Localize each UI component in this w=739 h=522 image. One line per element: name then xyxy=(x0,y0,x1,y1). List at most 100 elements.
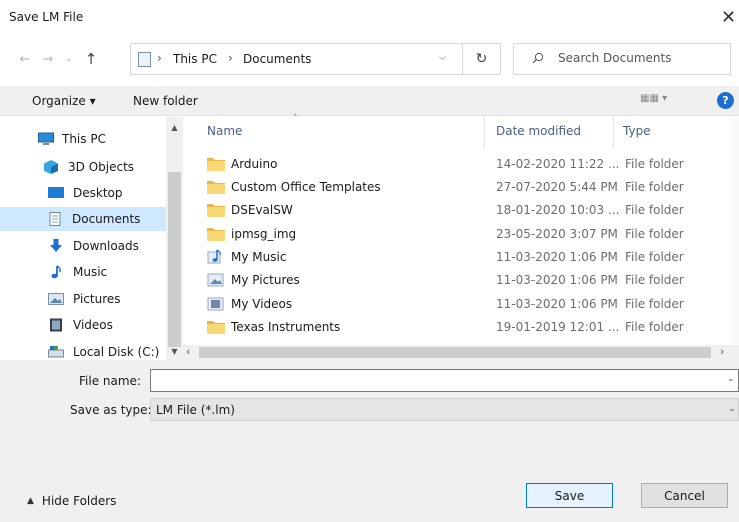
navigation-scrollbar-thumb[interactable] xyxy=(168,172,181,347)
breadcrumb-separator: › xyxy=(157,51,162,65)
sidebar-item-3d-objects[interactable]: 3D Objects xyxy=(43,155,181,179)
sidebar-item-documents[interactable]: Documents xyxy=(0,207,166,231)
file-date: 19-01-2019 12:01 ... xyxy=(496,320,620,334)
sidebar-item-label: Music xyxy=(73,265,108,279)
column-divider[interactable] xyxy=(613,117,614,147)
file-list: ˄ Name Date modified Type Arduino 14-02-… xyxy=(183,114,739,360)
documents-location-icon xyxy=(138,52,151,67)
file-row[interactable]: Texas Instruments 19-01-2019 12:01 ... F… xyxy=(207,316,727,339)
local-disk-icon xyxy=(48,346,64,358)
new-folder-button[interactable]: New folder xyxy=(133,94,198,108)
file-type: File folder xyxy=(625,157,684,171)
file-name-input[interactable] xyxy=(150,369,739,392)
help-icon[interactable]: ? xyxy=(717,92,734,109)
file-row[interactable]: Custom Office Templates 27-07-2020 5:44 … xyxy=(207,176,727,199)
refresh-icon[interactable]: ↻ xyxy=(463,43,501,75)
breadcrumb-separator: › xyxy=(228,51,233,65)
file-date: 11-03-2020 1:06 PM xyxy=(496,273,618,287)
chevron-up-icon: ▲ xyxy=(27,496,34,506)
this-pc-icon xyxy=(38,132,54,145)
file-date: 11-03-2020 1:06 PM xyxy=(496,297,618,311)
file-date: 11-03-2020 1:06 PM xyxy=(496,250,618,264)
command-bar: Organize ▾ New folder ▦▦ ▾ ? xyxy=(0,86,739,116)
scroll-down-arrow-icon[interactable]: ▼ xyxy=(166,344,183,358)
column-header-date-modified[interactable]: Date modified xyxy=(496,124,581,138)
save-button[interactable]: Save xyxy=(526,483,613,508)
back-arrow-icon[interactable]: ← xyxy=(15,48,35,70)
file-name: Arduino xyxy=(231,157,278,171)
file-type: File folder xyxy=(625,203,684,217)
cancel-button[interactable]: Cancel xyxy=(641,483,728,508)
folder-icon xyxy=(207,204,225,217)
file-list-horizontal-scrollbar[interactable]: ‹ › xyxy=(183,345,739,360)
file-list-vertical-scrollbar[interactable] xyxy=(732,117,739,344)
file-name: ipmsg_img xyxy=(231,227,297,241)
file-row[interactable]: My Music 11-03-2020 1:06 PM File folder xyxy=(207,246,727,269)
desktop-icon xyxy=(48,187,64,198)
title-bar: Save LM File ✕ xyxy=(0,0,739,34)
music-shortcut-icon xyxy=(207,249,221,264)
address-history-chevron-icon[interactable]: ⌵ xyxy=(439,53,446,63)
horizontal-scrollbar-thumb[interactable] xyxy=(199,347,711,358)
scroll-up-arrow-icon[interactable]: ▲ xyxy=(166,120,183,134)
folder-icon xyxy=(207,158,225,171)
pictures-shortcut-icon xyxy=(207,273,224,287)
file-row[interactable]: My Pictures 11-03-2020 1:06 PM File fold… xyxy=(207,269,727,292)
file-row[interactable]: DSEvalSW 18-01-2020 10:03 ... File folde… xyxy=(207,199,727,222)
save-as-type-label: Save as type: xyxy=(70,403,152,417)
file-type: File folder xyxy=(625,250,684,264)
file-date: 14-02-2020 11:22 ... xyxy=(496,157,620,171)
save-form-panel: File name: ⌄ Save as type: LM File (*.lm… xyxy=(0,360,739,522)
hide-folders-label: Hide Folders xyxy=(41,494,117,508)
address-bar[interactable]: › This PC › Documents ⌵ xyxy=(130,43,463,75)
pictures-icon xyxy=(48,293,64,305)
file-name-label: File name: xyxy=(79,374,141,388)
sidebar-item-label: 3D Objects xyxy=(68,160,135,174)
search-input[interactable] xyxy=(558,51,718,65)
search-box[interactable] xyxy=(513,43,731,75)
folder-icon xyxy=(207,228,225,241)
save-as-type-value: LM File (*.lm) xyxy=(156,403,235,417)
file-name: My Videos xyxy=(231,297,293,311)
file-name: Texas Instruments xyxy=(231,320,341,334)
organize-menu[interactable]: Organize ▾ xyxy=(32,94,96,108)
window-title: Save LM File xyxy=(9,10,84,24)
file-row[interactable]: ipmsg_img 23-05-2020 3:07 PM File folder xyxy=(207,223,727,246)
view-options-icon[interactable]: ▦▦ ▾ xyxy=(640,93,668,107)
file-date: 18-01-2020 10:03 ... xyxy=(496,203,620,217)
folder-icon xyxy=(207,181,225,194)
sidebar-item-label: Documents xyxy=(72,212,141,226)
breadcrumb-this-pc[interactable]: This PC xyxy=(173,52,217,66)
recent-locations-chevron-icon[interactable]: ⌄ xyxy=(61,50,77,68)
music-icon xyxy=(51,265,61,279)
hide-folders-toggle[interactable]: ▲ Hide Folders xyxy=(27,494,116,508)
file-name: DSEvalSW xyxy=(231,203,293,217)
chevron-down-icon: ⌄ xyxy=(728,404,736,414)
breadcrumb-documents[interactable]: Documents xyxy=(243,52,311,66)
file-type: File folder xyxy=(625,273,684,287)
documents-icon xyxy=(49,212,61,226)
save-as-type-select[interactable]: LM File (*.lm) ⌄ xyxy=(150,398,739,421)
scroll-left-arrow-icon[interactable]: ‹ xyxy=(186,345,190,358)
navigation-pane: This PC 3D Objects Desktop Documents Dow… xyxy=(0,117,183,360)
up-arrow-icon[interactable]: ↑ xyxy=(80,48,102,70)
file-type: File folder xyxy=(625,320,684,334)
sidebar-item-label: Local Disk (C:) xyxy=(73,345,160,359)
file-type: File folder xyxy=(625,227,684,241)
sidebar-item-this-pc[interactable]: This PC xyxy=(38,127,176,151)
scroll-right-arrow-icon[interactable]: › xyxy=(720,345,724,358)
videos-shortcut-icon xyxy=(207,297,224,311)
column-header-name[interactable]: Name xyxy=(207,124,242,138)
file-type: File folder xyxy=(625,180,684,194)
chevron-down-icon[interactable]: ⌄ xyxy=(727,374,735,384)
sidebar-item-label: This PC xyxy=(62,132,106,146)
file-row[interactable]: My Videos 11-03-2020 1:06 PM File folder xyxy=(207,293,727,316)
file-row[interactable]: Arduino 14-02-2020 11:22 ... File folder xyxy=(207,153,727,176)
close-icon[interactable]: ✕ xyxy=(718,4,739,30)
forward-arrow-icon[interactable]: → xyxy=(38,48,58,70)
column-header-type[interactable]: Type xyxy=(623,124,651,138)
search-icon xyxy=(532,52,544,64)
column-divider[interactable] xyxy=(484,117,485,147)
sidebar-item-label: Desktop xyxy=(73,186,123,200)
file-name: Custom Office Templates xyxy=(231,180,381,194)
